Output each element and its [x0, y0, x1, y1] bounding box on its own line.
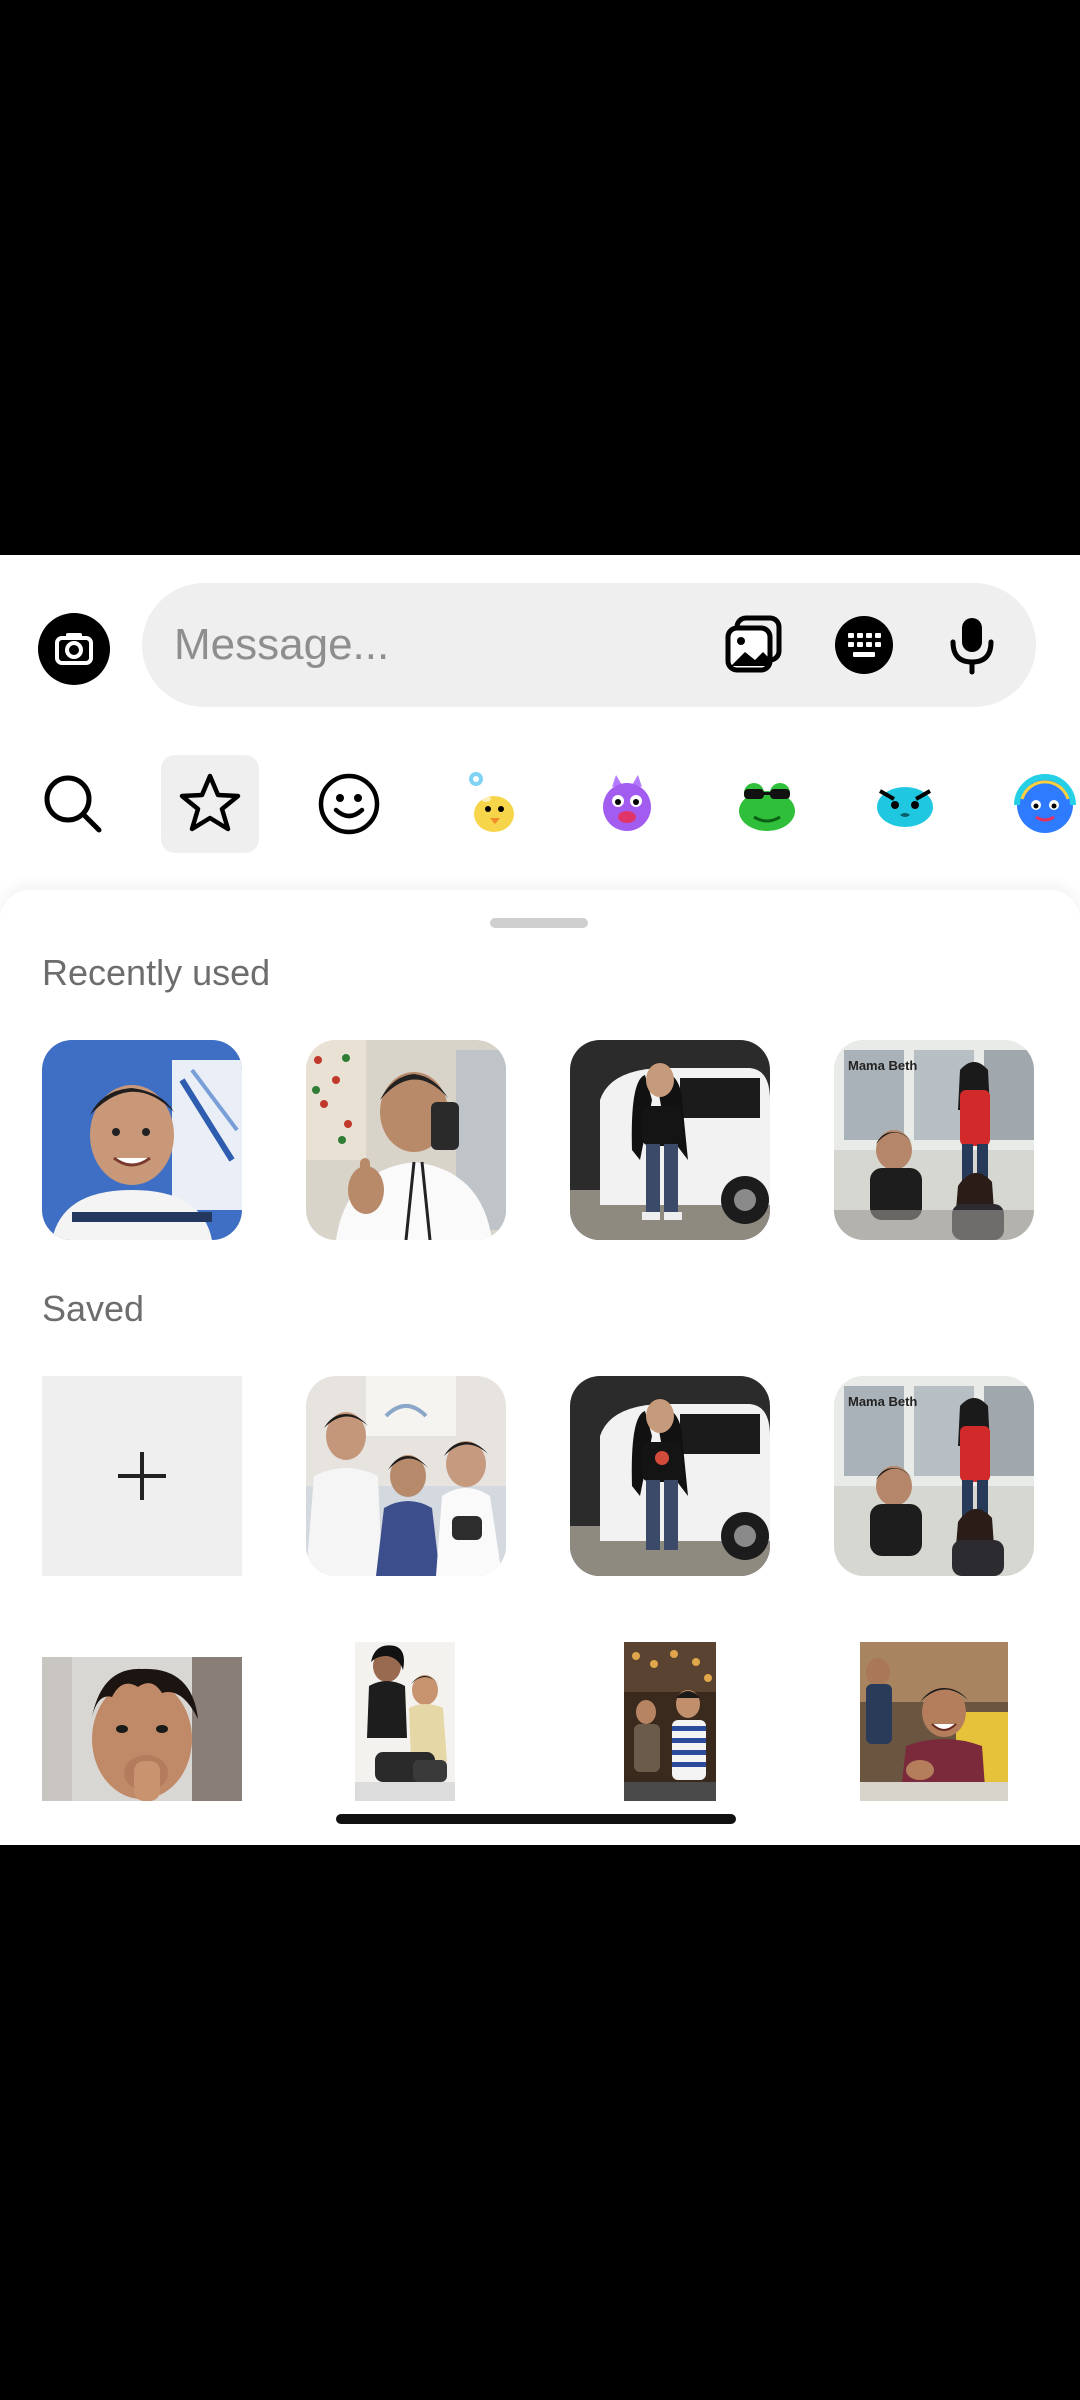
- tab-sticker-monster[interactable]: [578, 755, 676, 853]
- gallery-button[interactable]: [720, 611, 788, 679]
- sticker-panel: Recently used: [0, 555, 1080, 1845]
- keyboard-button[interactable]: [830, 611, 898, 679]
- striped-shirt-gif: [624, 1642, 716, 1801]
- recent-item-2[interactable]: [306, 1040, 506, 1240]
- saved-item-5[interactable]: [355, 1642, 455, 1801]
- microphone-button[interactable]: [938, 611, 1006, 679]
- sticker-tabs: [0, 735, 1080, 875]
- closeup-face-gif: [42, 1657, 242, 1801]
- group-gif: Mama Beth: [834, 1040, 1034, 1240]
- star-icon: [179, 773, 241, 832]
- saved-item-6[interactable]: [624, 1642, 716, 1801]
- add-saved-button[interactable]: [42, 1376, 242, 1576]
- home-indicator[interactable]: [336, 1814, 736, 1824]
- green-frog-sticker: [739, 783, 795, 831]
- dancing-girl-gif: [570, 1376, 770, 1576]
- tab-sticker-chick[interactable]: [442, 755, 540, 853]
- add-icon: [118, 1452, 166, 1500]
- microphone-icon: [950, 618, 994, 675]
- thumb-caption: Mama Beth: [848, 1394, 917, 1409]
- friends-gif: [306, 1376, 506, 1576]
- recent-item-3[interactable]: [570, 1040, 770, 1240]
- saved-item-1[interactable]: [306, 1376, 506, 1576]
- camera-icon: [55, 633, 93, 665]
- saved-item-3[interactable]: Mama Beth: [834, 1376, 1034, 1576]
- thumbs-up-gif: [306, 1040, 506, 1240]
- message-input[interactable]: [174, 583, 694, 707]
- tab-sticker-blue[interactable]: [856, 755, 954, 853]
- tab-favorites[interactable]: [161, 755, 259, 853]
- drag-handle[interactable]: [490, 918, 588, 928]
- section-title-saved: Saved: [42, 1288, 145, 1329]
- tab-sticker-rainbow[interactable]: [996, 755, 1080, 853]
- recent-item-1[interactable]: [42, 1040, 242, 1240]
- tab-emoji[interactable]: [300, 755, 398, 853]
- gallery-icon: [725, 615, 782, 673]
- purple-monster-sticker: [603, 775, 651, 831]
- keyboard-icon: [835, 616, 893, 674]
- screen: Recently used: [0, 0, 1080, 2400]
- selfie-gif: [42, 1040, 242, 1240]
- thumb-caption: Mama Beth: [848, 1058, 917, 1073]
- tab-sticker-frog[interactable]: [718, 755, 816, 853]
- section-title-recent: Recently used: [42, 952, 271, 993]
- smiley-icon: [318, 773, 380, 835]
- tab-search[interactable]: [24, 755, 122, 853]
- rainbow-blob-sticker: [1014, 774, 1076, 833]
- saved-item-4[interactable]: [42, 1657, 242, 1801]
- camera-button[interactable]: [38, 613, 110, 685]
- saved-item-2[interactable]: [570, 1376, 770, 1576]
- yellow-chick-sticker: [469, 772, 514, 832]
- message-bar: [142, 583, 1036, 707]
- dancing-girl-gif: [570, 1040, 770, 1240]
- laughing-gif: [860, 1642, 1008, 1801]
- blue-blob-sticker: [877, 787, 933, 827]
- group-gif: Mama Beth: [834, 1376, 1034, 1576]
- message-composer: [0, 555, 1080, 725]
- crouching-people-gif: [355, 1642, 455, 1801]
- recent-item-4[interactable]: Mama Beth: [834, 1040, 1034, 1240]
- saved-item-7[interactable]: [860, 1642, 1008, 1801]
- sticker-sheet: Recently used Mama Beth Saved Mama Beth: [0, 890, 1080, 1845]
- search-icon: [44, 775, 102, 833]
